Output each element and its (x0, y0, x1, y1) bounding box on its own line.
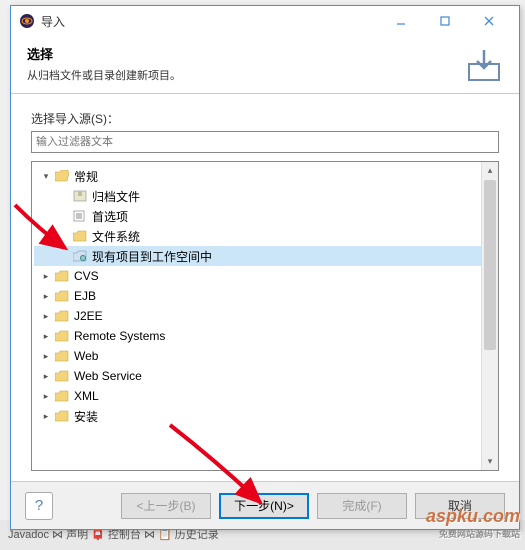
wizard-header: 选择 从归档文件或目录创建新项目。 (11, 36, 519, 94)
tree-label: 归档文件 (92, 188, 140, 205)
folder-icon (72, 229, 88, 243)
scroll-thumb[interactable] (484, 180, 496, 350)
filter-input[interactable] (31, 131, 499, 153)
scroll-down-icon[interactable]: ▾ (482, 453, 498, 470)
source-label: 选择导入源(S)： (31, 110, 499, 127)
tree-label: Web Service (74, 369, 142, 383)
help-icon: ? (35, 497, 43, 514)
tree-node[interactable]: ▸ XML (34, 386, 496, 406)
folder-icon (54, 309, 70, 323)
tree-node[interactable]: ▸ Remote Systems (34, 326, 496, 346)
tree-leaf-existing-projects[interactable]: 现有项目到工作空间中 (34, 246, 496, 266)
tree-label: Web (74, 349, 98, 363)
folder-icon (54, 369, 70, 383)
page-subtitle: 从归档文件或目录创建新项目。 (27, 67, 503, 83)
help-button[interactable]: ? (25, 492, 53, 520)
tree-label: 常规 (74, 168, 98, 185)
next-button[interactable]: 下一步(N)> (219, 493, 309, 519)
import-wizard-icon (463, 44, 505, 91)
import-dialog: 导入 选择 从归档文件或目录创建新项目。 选择导入源(S)： ▾ 常规 (10, 5, 520, 530)
finish-button[interactable]: 完成(F) (317, 493, 407, 519)
chevron-right-icon[interactable]: ▸ (40, 390, 52, 402)
folder-icon (54, 409, 70, 423)
folder-icon (54, 289, 70, 303)
tree-label: CVS (74, 269, 99, 283)
tree-label: EJB (74, 289, 96, 303)
tree-scrollbar[interactable]: ▴ ▾ (481, 162, 498, 470)
tree-node[interactable]: ▸ EJB (34, 286, 496, 306)
tree-leaf-filesystem[interactable]: 文件系统 (34, 226, 496, 246)
window-title: 导入 (41, 13, 379, 30)
import-source-tree[interactable]: ▾ 常规 归档文件 首选项 文件系统 (31, 161, 499, 471)
folder-icon (54, 389, 70, 403)
project-icon (72, 249, 88, 263)
tree-label: XML (74, 389, 99, 403)
chevron-right-icon[interactable]: ▸ (40, 270, 52, 282)
chevron-right-icon[interactable]: ▸ (40, 330, 52, 342)
tree-label: 首选项 (92, 208, 128, 225)
wizard-body: 选择导入源(S)： ▾ 常规 归档文件 首选项 (11, 94, 519, 481)
folder-icon (54, 269, 70, 283)
titlebar: 导入 (11, 6, 519, 36)
chevron-right-icon[interactable]: ▸ (40, 310, 52, 322)
tree-label: Remote Systems (74, 329, 165, 343)
tree-label: J2EE (74, 309, 103, 323)
maximize-button[interactable] (423, 7, 467, 35)
tree-node[interactable]: ▸ Web (34, 346, 496, 366)
prefs-icon (72, 209, 88, 223)
page-title: 选择 (27, 44, 503, 63)
chevron-right-icon[interactable]: ▸ (40, 370, 52, 382)
tree-label: 现有项目到工作空间中 (92, 248, 212, 265)
folder-icon (54, 349, 70, 363)
archive-icon (72, 189, 88, 203)
tree-label: 安装 (74, 408, 98, 425)
chevron-right-icon[interactable]: ▸ (40, 410, 52, 422)
chevron-right-icon[interactable]: ▸ (40, 290, 52, 302)
tree-node[interactable]: ▸ CVS (34, 266, 496, 286)
tree-label: 文件系统 (92, 228, 140, 245)
eclipse-icon (19, 13, 35, 29)
tree-leaf-prefs[interactable]: 首选项 (34, 206, 496, 226)
tree-node-general[interactable]: ▾ 常规 (34, 166, 496, 186)
chevron-right-icon[interactable]: ▸ (40, 350, 52, 362)
folder-icon (54, 329, 70, 343)
tree-node[interactable]: ▸ 安装 (34, 406, 496, 426)
folder-open-icon (54, 169, 70, 183)
tree-leaf-archive[interactable]: 归档文件 (34, 186, 496, 206)
close-button[interactable] (467, 7, 511, 35)
scroll-up-icon[interactable]: ▴ (482, 162, 498, 179)
watermark: aspku.com 免费网站源码下载站 (426, 506, 520, 540)
minimize-button[interactable] (379, 7, 423, 35)
tree-node[interactable]: ▸ Web Service (34, 366, 496, 386)
chevron-down-icon[interactable]: ▾ (40, 170, 52, 182)
tree-node[interactable]: ▸ J2EE (34, 306, 496, 326)
back-button[interactable]: <上一步(B) (121, 493, 211, 519)
